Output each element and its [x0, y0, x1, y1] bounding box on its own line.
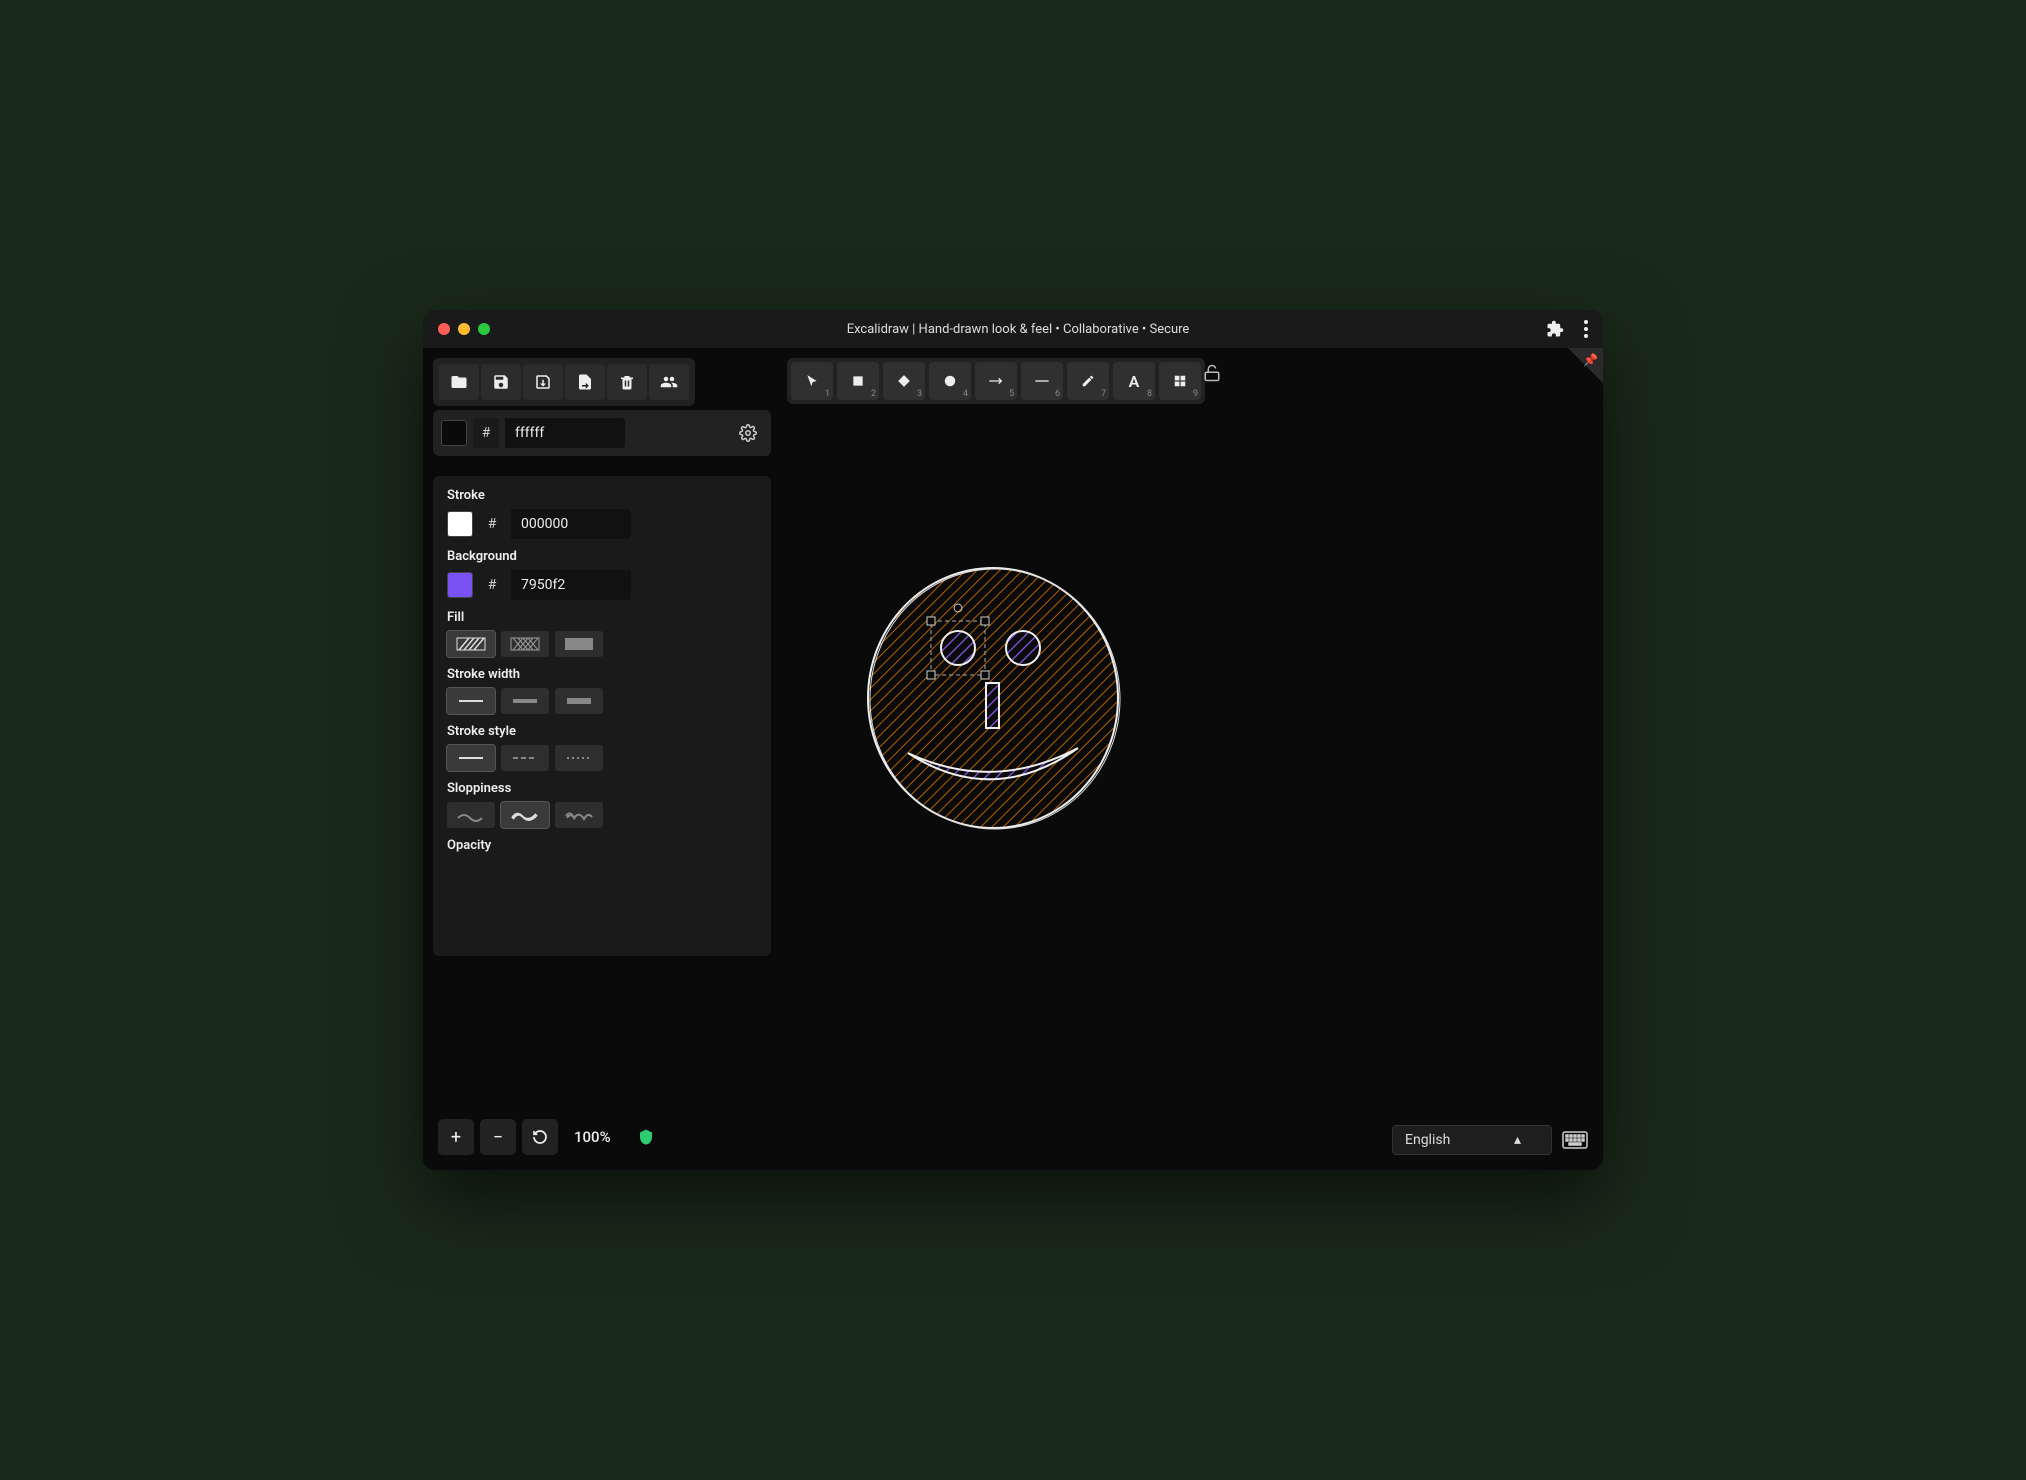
tool-line[interactable]: 6 [1021, 362, 1063, 400]
delete-button[interactable] [607, 364, 647, 400]
sloppiness-label: Sloppiness [447, 781, 757, 796]
tool-select[interactable]: 1 [791, 362, 833, 400]
tool-draw[interactable]: 7 [1067, 362, 1109, 400]
pin-icon[interactable]: 📌 [1583, 353, 1598, 367]
stroke-dashed-button[interactable] [501, 745, 549, 771]
tool-library[interactable]: 9 [1159, 362, 1201, 400]
maximize-window-button[interactable] [478, 323, 490, 335]
settings-icon[interactable] [733, 418, 763, 448]
tool-diamond[interactable]: 3 [883, 362, 925, 400]
shield-icon[interactable] [637, 1128, 655, 1146]
language-select[interactable]: English ▴ [1392, 1125, 1552, 1155]
bottom-right-controls: English ▴ [1392, 1125, 1588, 1155]
canvas-color-input[interactable] [505, 418, 625, 448]
fill-crosshatch-button[interactable] [501, 631, 549, 657]
background-swatch[interactable] [447, 572, 473, 598]
titlebar: Excalidraw | Hand-drawn look & feel • Co… [423, 310, 1603, 348]
hash-label: # [479, 509, 505, 539]
tool-arrow[interactable]: 5 [975, 362, 1017, 400]
canvas-color-row: # [433, 410, 771, 456]
stroke-dotted-button[interactable] [555, 745, 603, 771]
stroke-width-label: Stroke width [447, 667, 757, 682]
extension-icon[interactable] [1546, 320, 1564, 338]
shape-toolbar: 1 2 3 4 5 6 7 A8 9 [787, 358, 1205, 404]
export-button[interactable] [565, 364, 605, 400]
collaborate-button[interactable] [649, 364, 689, 400]
canvas-drawing[interactable] [853, 558, 1133, 838]
chevron-up-icon: ▴ [1514, 1132, 1521, 1148]
minimize-window-button[interactable] [458, 323, 470, 335]
zoom-out-button[interactable]: − [480, 1119, 516, 1155]
stroke-solid-button[interactable] [447, 745, 495, 771]
zoom-controls: + − 100% [438, 1119, 655, 1155]
sloppy-artist-button[interactable] [501, 802, 549, 828]
stroke-label: Stroke [447, 488, 757, 503]
background-color-input[interactable] [511, 570, 631, 600]
stroke-medium-button[interactable] [501, 688, 549, 714]
zoom-percentage[interactable]: 100% [564, 1128, 621, 1146]
sloppy-architect-button[interactable] [447, 802, 495, 828]
properties-panel[interactable]: Stroke # Background # Fill Stroke width [433, 476, 771, 956]
sloppy-cartoonist-button[interactable] [555, 802, 603, 828]
zoom-in-button[interactable]: + [438, 1119, 474, 1155]
fill-solid-button[interactable] [555, 631, 603, 657]
canvas-color-swatch[interactable] [441, 420, 467, 446]
background-label: Background [447, 549, 757, 564]
tool-rectangle[interactable]: 2 [837, 362, 879, 400]
fill-hachure-button[interactable] [447, 631, 495, 657]
open-button[interactable] [439, 364, 479, 400]
stroke-swatch[interactable] [447, 511, 473, 537]
menu-dots-icon[interactable] [1584, 320, 1588, 338]
keyboard-icon[interactable] [1562, 1131, 1588, 1149]
lock-icon[interactable] [1203, 364, 1221, 382]
hash-label: # [479, 570, 505, 600]
window-title: Excalidraw | Hand-drawn look & feel • Co… [490, 322, 1546, 337]
opacity-label: Opacity [447, 838, 757, 853]
file-toolbar [433, 358, 695, 406]
language-value: English [1405, 1132, 1450, 1148]
save-button[interactable] [481, 364, 521, 400]
stroke-thin-button[interactable] [447, 688, 495, 714]
fill-label: Fill [447, 610, 757, 625]
titlebar-right [1546, 320, 1588, 338]
traffic-lights [438, 323, 490, 335]
save-as-button[interactable] [523, 364, 563, 400]
stroke-style-label: Stroke style [447, 724, 757, 739]
zoom-reset-button[interactable] [522, 1119, 558, 1155]
tool-ellipse[interactable]: 4 [929, 362, 971, 400]
stroke-color-input[interactable] [511, 509, 631, 539]
app-window: Excalidraw | Hand-drawn look & feel • Co… [423, 310, 1603, 1170]
close-window-button[interactable] [438, 323, 450, 335]
app-body: 📌 # 1 2 3 4 5 6 7 A8 9 [423, 348, 1603, 1170]
hash-label: # [473, 418, 499, 448]
stroke-thick-button[interactable] [555, 688, 603, 714]
tool-text[interactable]: A8 [1113, 362, 1155, 400]
